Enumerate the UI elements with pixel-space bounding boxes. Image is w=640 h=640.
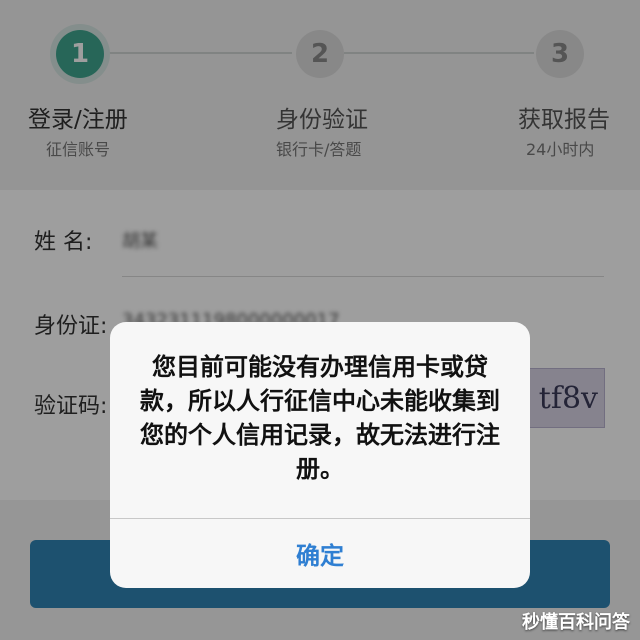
confirm-button[interactable]: 确定	[110, 519, 530, 588]
watermark: 秒懂百科问答	[522, 612, 630, 633]
alert-message: 您目前可能没有办理信用卡或贷款，所以人行征信中心未能收集到您的个人信用记录，故无…	[140, 353, 500, 483]
page: 1 2 3 登录/注册 身份验证 获取报告 征信账号 银行卡/答题 24小时内 …	[0, 0, 640, 640]
alert-dialog: 您目前可能没有办理信用卡或贷款，所以人行征信中心未能收集到您的个人信用记录，故无…	[110, 322, 530, 588]
